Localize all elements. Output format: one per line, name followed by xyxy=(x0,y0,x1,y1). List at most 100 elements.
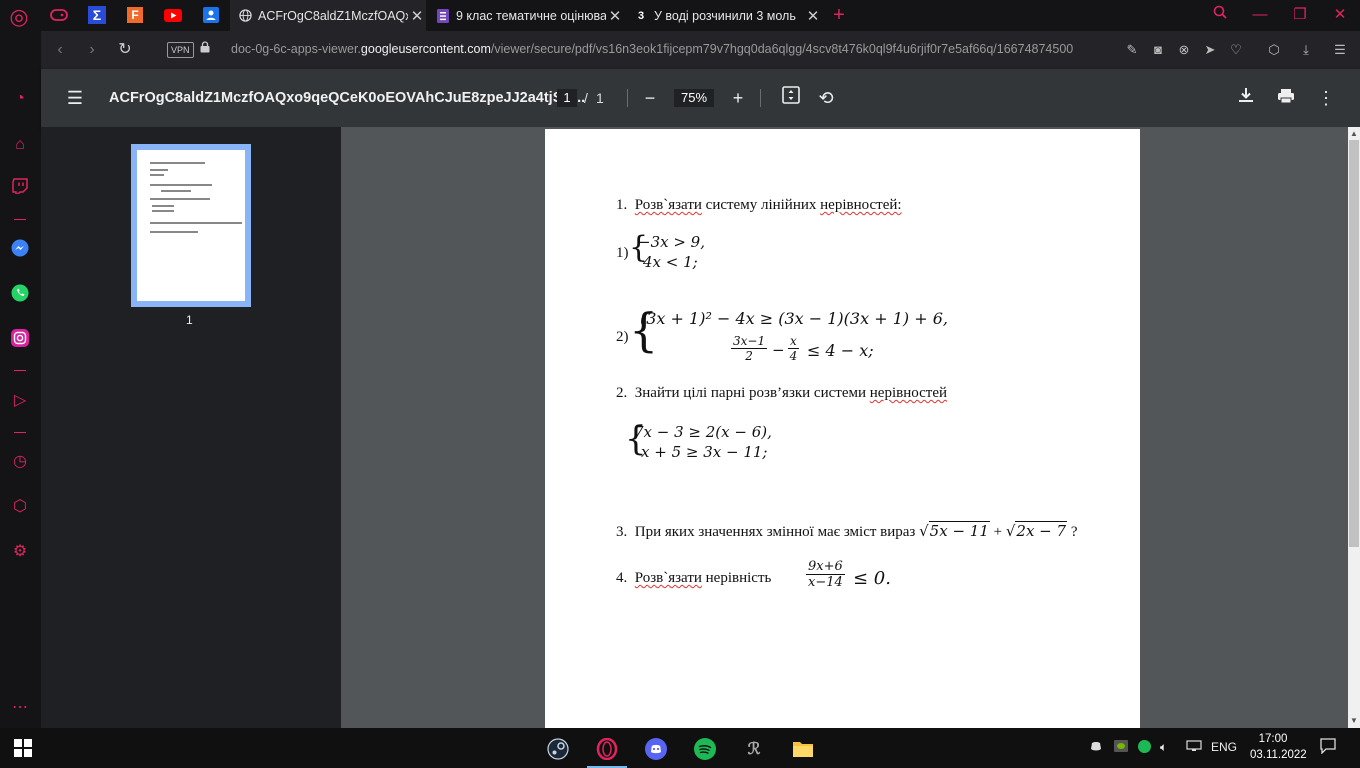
spotify-icon[interactable] xyxy=(685,733,725,765)
scrollbar-thumb[interactable] xyxy=(1349,140,1359,547)
volume-icon[interactable]: 🔈︎ xyxy=(1160,740,1167,755)
more-icon[interactable]: ⋯ xyxy=(8,696,32,720)
speed-dial-icon[interactable]: ◔ xyxy=(8,87,32,111)
tab-close-icon[interactable]: ✕ xyxy=(606,7,624,25)
opera-gx-taskbar-icon[interactable] xyxy=(587,733,627,768)
question-4-fraction: 9x+6 x−14 xyxy=(806,559,845,590)
twitch-icon[interactable] xyxy=(8,178,32,202)
restore-icon[interactable]: ❐ xyxy=(1286,4,1314,26)
sidebar-divider xyxy=(14,219,26,220)
flipbook-app-icon[interactable]: F xyxy=(120,4,150,26)
file-explorer-icon[interactable] xyxy=(783,733,823,765)
tab-title: У воді розчинили 3 моль xyxy=(654,8,796,23)
system-1-line-2: 4x < 1; xyxy=(643,253,698,271)
tab-close-icon[interactable]: ✕ xyxy=(804,7,822,25)
settings-icon[interactable]: ⚙ xyxy=(8,540,32,564)
heart-icon[interactable]: ♡ xyxy=(1226,40,1246,60)
fit-page-icon[interactable] xyxy=(778,85,804,111)
pdf-title: ACFrOgC8aldZ1MczfOAQxo9qeQCeK0oEOVAhCJuE… xyxy=(109,90,586,106)
pdf-page: 1. Розв`язати систему лінійних нерівност… xyxy=(545,129,1140,728)
tab-active-pdf[interactable]: ACFrOgC8aldZ1MczfOAQxo ✕ xyxy=(230,0,426,31)
back-icon[interactable]: ‹ xyxy=(48,38,72,62)
system-1-line-1: −3x > 9, xyxy=(638,233,705,251)
reload-icon[interactable]: ↻ xyxy=(113,38,137,62)
sidebar-divider xyxy=(14,432,26,433)
tab-title: ACFrOgC8aldZ1MczfOAQxo xyxy=(258,8,408,23)
rotate-icon[interactable]: ⟲ xyxy=(813,85,839,111)
steam-icon[interactable] xyxy=(538,733,578,765)
system-2-line-2: ≤ 4 − x; xyxy=(807,341,874,360)
system-2-fraction-1: 3x−1 2 xyxy=(731,334,768,363)
windows-taskbar xyxy=(0,728,1360,768)
forward-icon[interactable]: › xyxy=(80,38,104,62)
globe-icon xyxy=(238,9,252,23)
close-window-icon[interactable]: ✕ xyxy=(1326,4,1354,26)
spotify-tray-icon[interactable] xyxy=(1138,740,1151,756)
znanija-icon: 3 xyxy=(637,9,645,22)
youtube-icon[interactable] xyxy=(158,4,188,26)
send-icon[interactable]: ➤ xyxy=(1200,40,1220,60)
thumbnail-page-preview xyxy=(137,150,245,301)
page-total: 1 xyxy=(596,90,604,106)
edit-icon[interactable]: ✎ xyxy=(1122,40,1142,60)
zoom-in-icon[interactable]: + xyxy=(725,85,751,111)
discord-icon[interactable] xyxy=(636,733,676,765)
tab-znanija[interactable]: 3 У воді розчинили 3 моль ✕ xyxy=(626,0,822,31)
page-number-input[interactable]: 1 xyxy=(557,89,577,107)
more-options-icon[interactable]: ⋮ xyxy=(1313,85,1339,111)
sigma-app-icon[interactable]: Σ xyxy=(82,4,112,26)
zoom-out-icon[interactable]: − xyxy=(637,85,663,111)
tab-forms[interactable]: 9 клас тематичне оцінюва ✕ xyxy=(428,0,624,31)
system-2-line-1: (3x + 1)² − 4x ≥ (3x − 1)(3x + 1) + 6, xyxy=(640,309,948,328)
sidebar-divider xyxy=(14,370,26,371)
search-tabs-icon[interactable] xyxy=(1206,4,1234,26)
system-2-minus: − xyxy=(772,341,785,359)
system-3-line-1: 7x − 3 ≥ 2(x − 6), xyxy=(634,423,772,441)
game-launcher-icon[interactable]: ℛ xyxy=(734,733,774,765)
menu-icon[interactable]: ☰ xyxy=(62,85,88,111)
contacts-app-icon[interactable] xyxy=(196,4,226,26)
notifications-icon[interactable] xyxy=(1320,738,1336,757)
extensions-icon[interactable]: ⬡ xyxy=(8,495,32,519)
history-icon[interactable]: ◷ xyxy=(8,450,32,474)
system-1-label: 1) xyxy=(616,245,629,261)
download-pdf-icon[interactable] xyxy=(1233,85,1259,111)
cube-icon[interactable]: ⬡ xyxy=(1264,40,1284,60)
download-icon[interactable]: ⤓ xyxy=(1296,40,1316,60)
easy-setup-icon[interactable]: ☰ xyxy=(1330,40,1350,60)
tab-close-icon[interactable]: ✕ xyxy=(408,7,426,25)
minimize-icon[interactable]: — xyxy=(1246,4,1274,26)
clock-date: 03.11.2022 xyxy=(1250,749,1307,761)
lock-icon[interactable] xyxy=(200,41,210,56)
toolbar-divider xyxy=(627,89,628,107)
instagram-icon[interactable] xyxy=(8,329,32,353)
print-icon[interactable] xyxy=(1273,85,1299,111)
system-2-label: 2) xyxy=(616,329,629,345)
system-2-fraction-2: x4 xyxy=(788,334,799,363)
scroll-down-icon[interactable]: ▼ xyxy=(1348,715,1360,727)
adblock-icon[interactable]: ⊗ xyxy=(1174,40,1194,60)
nvidia-tray-icon[interactable] xyxy=(1114,740,1128,755)
zoom-input[interactable]: 75% xyxy=(674,89,714,107)
scroll-up-icon[interactable]: ▲ xyxy=(1348,128,1360,140)
messenger-icon[interactable] xyxy=(8,239,32,263)
tab-title: 9 клас тематичне оцінюва xyxy=(456,8,606,23)
system-3-line-2: x + 5 ≥ 3x − 11; xyxy=(641,443,768,461)
question-4: 4. Розв`язати нерівність xyxy=(616,570,772,586)
new-tab-icon[interactable]: + xyxy=(829,4,849,26)
windows-start-icon[interactable] xyxy=(14,739,32,757)
snapshot-icon[interactable]: ◙ xyxy=(1148,40,1168,60)
vpn-badge[interactable]: VPN xyxy=(167,42,194,58)
whatsapp-icon[interactable] xyxy=(8,284,32,308)
gamepad-icon[interactable] xyxy=(44,4,74,26)
discord-tray-icon[interactable] xyxy=(1089,740,1103,755)
player-icon[interactable]: ▷ xyxy=(8,389,32,413)
network-icon[interactable] xyxy=(1186,740,1202,755)
question-2: 2. Знайти цілі парні розв’язки системи н… xyxy=(616,385,947,401)
language-indicator[interactable]: ENG xyxy=(1211,740,1237,754)
opera-menu-icon[interactable]: ◎ xyxy=(8,6,30,28)
question-1: 1. Розв`язати систему лінійних нерівност… xyxy=(616,197,902,213)
url-field[interactable]: doc-0g-6c-apps-viewer.googleusercontent.… xyxy=(231,42,1121,56)
gx-corner-icon[interactable]: ⌂ xyxy=(8,133,32,157)
clock[interactable]: 17:00 03.11.2022 xyxy=(1250,731,1307,763)
